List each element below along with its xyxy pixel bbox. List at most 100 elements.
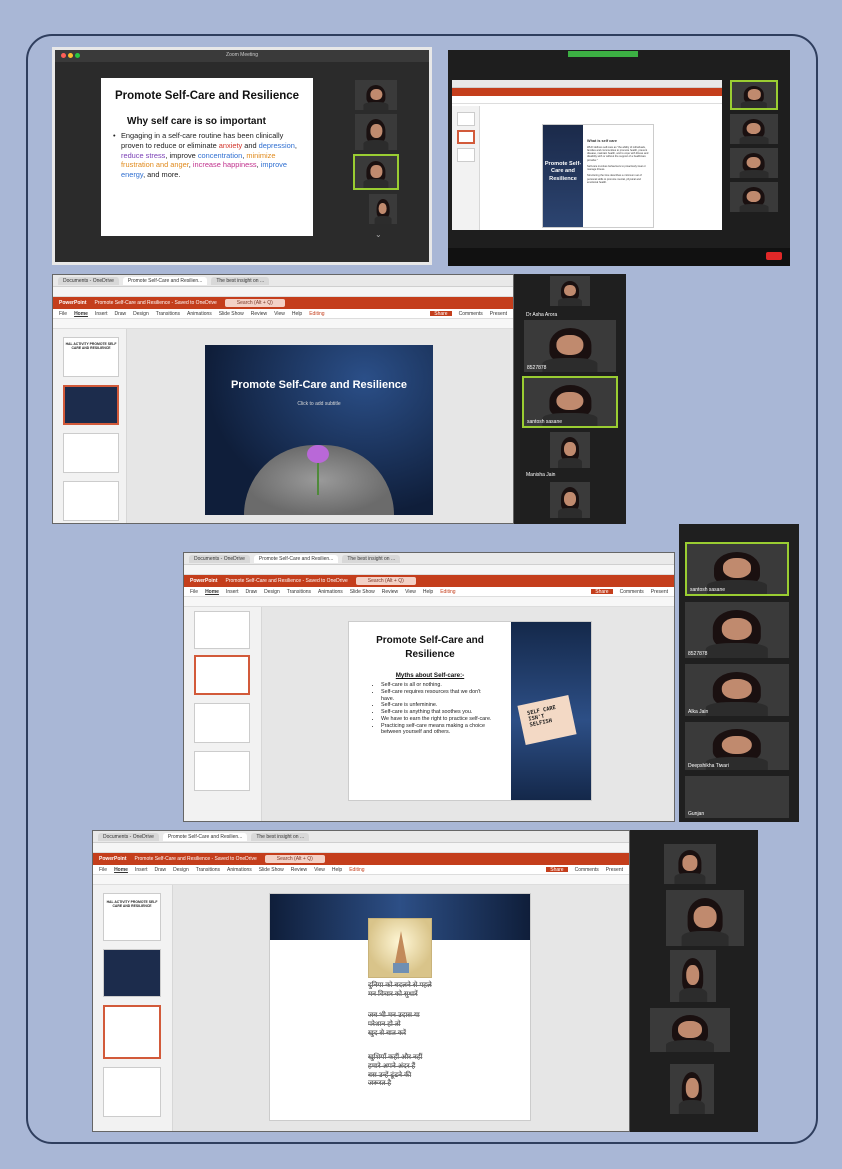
ribbon-design[interactable]: Design	[133, 311, 149, 317]
ribbon-home[interactable]: Home	[114, 867, 128, 873]
ribbon-review[interactable]: Review	[382, 589, 398, 595]
search-input[interactable]: Search (Alt + Q)	[355, 577, 416, 585]
video-tile-active[interactable]	[353, 154, 399, 190]
slide[interactable]: Promote Self-Care and Resilience Myths a…	[348, 621, 592, 801]
video-tile-3[interactable]: Deepshikha Tiwari	[685, 722, 789, 770]
tab-powerpoint[interactable]: Promote Self-Care and Resilien...	[162, 832, 248, 841]
address-bar[interactable]	[61, 289, 62, 295]
tab-other[interactable]: The best insight on ...	[251, 832, 310, 841]
video-tile-2[interactable]: 8527878	[524, 320, 616, 372]
address-bar[interactable]	[192, 567, 193, 573]
ribbon-help[interactable]: Help	[332, 867, 342, 873]
ribbon-review[interactable]: Review	[251, 311, 267, 317]
thumb-slide-3[interactable]	[63, 433, 119, 473]
tab-powerpoint[interactable]: Promote Self-Care and Resilien...	[122, 276, 208, 285]
ribbon-file[interactable]: File	[190, 589, 198, 595]
present-button[interactable]: Present	[651, 589, 668, 595]
thumb-slide-3[interactable]	[103, 1005, 161, 1059]
video-tile-1[interactable]: 8527878	[685, 602, 789, 658]
ribbon-slideshow[interactable]: Slide Show	[350, 589, 375, 595]
video-tile-3[interactable]	[670, 950, 716, 1002]
ribbon-transitions[interactable]: Transitions	[196, 867, 220, 873]
ribbon-transitions[interactable]: Transitions	[287, 589, 311, 595]
tab-onedrive[interactable]: Documents - OneDrive	[98, 832, 159, 841]
ribbon-animations[interactable]: Animations	[318, 589, 343, 595]
ribbon-editing[interactable]: Editing	[440, 589, 455, 595]
video-tile-4[interactable]: Gunjan	[685, 776, 789, 818]
video-tile-3[interactable]	[369, 194, 397, 224]
ribbon-design[interactable]: Design	[173, 867, 189, 873]
ribbon-editing[interactable]: Editing	[309, 311, 324, 317]
tab-other[interactable]: The best insight on ...	[342, 554, 401, 563]
share-button[interactable]: Share	[430, 311, 452, 317]
ribbon-draw[interactable]: Draw	[245, 589, 257, 595]
ribbon-help[interactable]: Help	[423, 589, 433, 595]
share-button[interactable]: Share	[591, 589, 613, 595]
search-input[interactable]: Search (Alt + Q)	[264, 855, 325, 863]
slide[interactable]: Promote Self-Care and Resilience Click t…	[205, 345, 433, 515]
video-tile-2[interactable]	[730, 148, 778, 178]
comments-button[interactable]: Comments	[620, 589, 644, 595]
comments-button[interactable]: Comments	[575, 867, 599, 873]
video-tile-3[interactable]	[550, 432, 590, 468]
video-tile-2[interactable]	[355, 114, 397, 150]
video-tile-5[interactable]	[670, 1064, 714, 1114]
video-tile-1[interactable]	[355, 80, 397, 110]
ribbon-design[interactable]: Design	[264, 589, 280, 595]
ribbon-view[interactable]: View	[274, 311, 285, 317]
ribbon-view[interactable]: View	[314, 867, 325, 873]
video-tile-2[interactable]	[666, 890, 744, 946]
thumb-slide-2[interactable]	[103, 949, 161, 997]
ribbon-slideshow[interactable]: Slide Show	[259, 867, 284, 873]
thumb-slide-1[interactable]: HAL ACTIVITY PROMOTE SELF CARE AND RESIL…	[63, 337, 119, 377]
video-tile-1[interactable]	[730, 114, 778, 144]
video-tile-4[interactable]	[550, 482, 590, 518]
comments-button[interactable]: Comments	[459, 311, 483, 317]
chevron-down-icon[interactable]: ⌄	[375, 230, 382, 239]
ribbon-animations[interactable]: Animations	[227, 867, 252, 873]
ribbon-insert[interactable]: Insert	[226, 589, 239, 595]
thumb-slide-1[interactable]: HAL ACTIVITY PROMOTE SELF CARE AND RESIL…	[103, 893, 161, 941]
video-tile-3[interactable]	[730, 182, 778, 212]
thumb-slide-4[interactable]	[63, 481, 119, 521]
ribbon-transitions[interactable]: Transitions	[156, 311, 180, 317]
share-button[interactable]: Share	[546, 867, 568, 873]
video-tile-1[interactable]	[550, 276, 590, 306]
tab-powerpoint[interactable]: Promote Self-Care and Resilien...	[253, 554, 339, 563]
slide[interactable]: दुनिया को बदलने से पहले मन विचार को सुधार…	[269, 893, 531, 1121]
thumb-slide-6[interactable]	[194, 751, 250, 791]
ribbon-draw[interactable]: Draw	[114, 311, 126, 317]
ribbon-animations[interactable]: Animations	[187, 311, 212, 317]
tab-onedrive[interactable]: Documents - OneDrive	[189, 554, 250, 563]
ribbon-view[interactable]: View	[405, 589, 416, 595]
video-tile-1[interactable]	[664, 844, 716, 884]
thumb-slide-5[interactable]	[194, 703, 250, 743]
tab-other[interactable]: The best insight on ...	[211, 276, 270, 285]
thumb-slide-4[interactable]	[103, 1067, 161, 1117]
ribbon-home[interactable]: Home	[74, 311, 88, 317]
ribbon-file[interactable]: File	[59, 311, 67, 317]
ribbon-slideshow[interactable]: Slide Show	[219, 311, 244, 317]
thumb-slide-3[interactable]	[194, 611, 250, 649]
ribbon-review[interactable]: Review	[291, 867, 307, 873]
video-tile-active[interactable]	[730, 80, 778, 110]
ribbon-help[interactable]: Help	[292, 311, 302, 317]
video-tile-2[interactable]: Alka Jain	[685, 664, 789, 716]
video-tile-active[interactable]: santosh sasane	[685, 542, 789, 596]
present-button[interactable]: Present	[606, 867, 623, 873]
ribbon-home[interactable]: Home	[205, 589, 219, 595]
video-tile-4[interactable]	[650, 1008, 730, 1052]
video-tile-active[interactable]: santosh sasane	[522, 376, 618, 428]
tab-onedrive[interactable]: Documents - OneDrive	[58, 276, 119, 285]
address-bar[interactable]	[101, 845, 102, 851]
search-input[interactable]: Search (Alt + Q)	[224, 299, 285, 307]
ribbon-insert[interactable]: Insert	[135, 867, 148, 873]
present-button[interactable]: Present	[490, 311, 507, 317]
ribbon-insert[interactable]: Insert	[95, 311, 108, 317]
ribbon-draw[interactable]: Draw	[154, 867, 166, 873]
slide-subtitle[interactable]: Click to add subtitle	[205, 401, 433, 407]
thumb-slide-4[interactable]	[194, 655, 250, 695]
leave-button[interactable]	[766, 252, 782, 260]
thumb-slide-2[interactable]	[63, 385, 119, 425]
ribbon-file[interactable]: File	[99, 867, 107, 873]
